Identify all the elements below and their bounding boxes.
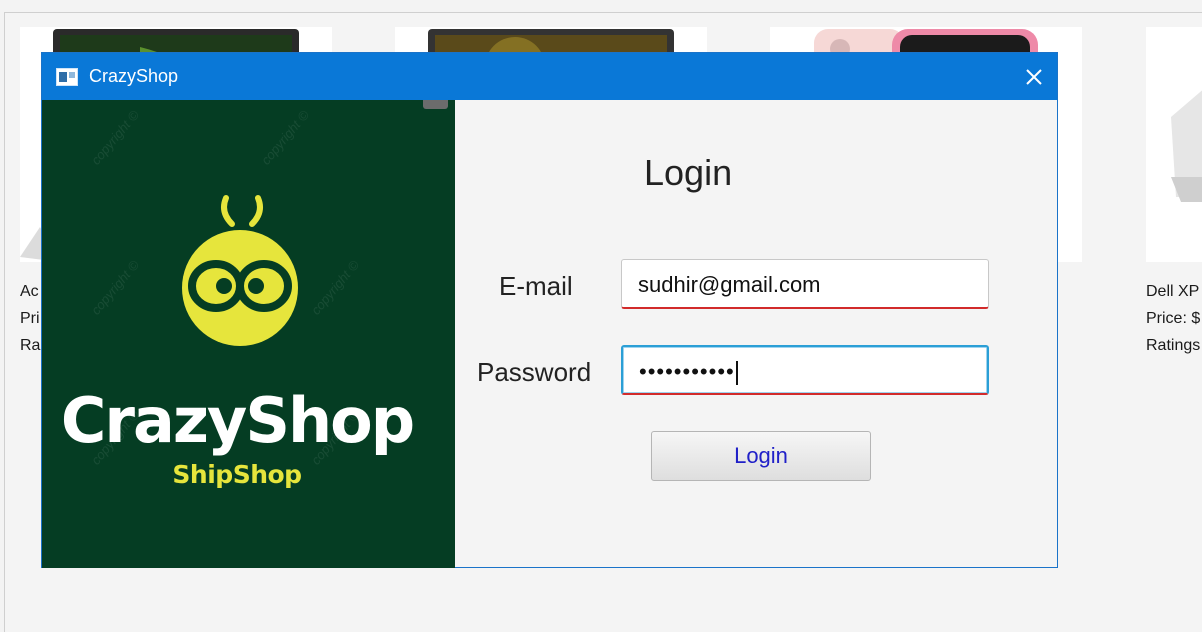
product-card-1-meta: Ac Pri Ra bbox=[20, 278, 40, 359]
dialog-title: CrazyShop bbox=[89, 66, 179, 86]
password-masked-value: ••••••••••• bbox=[639, 359, 735, 384]
product-card-4-image[interactable] bbox=[1146, 27, 1202, 262]
login-button[interactable]: Login bbox=[651, 431, 871, 481]
watermark-text: copyright © bbox=[308, 257, 362, 318]
email-field[interactable]: sudhir@gmail.com bbox=[621, 259, 989, 309]
brand-panel: copyright © copyright © copyright © copy… bbox=[42, 100, 455, 568]
close-button[interactable] bbox=[1010, 53, 1057, 100]
login-form: Login E-mail sudhir@gmail.com Password •… bbox=[455, 100, 1057, 567]
login-heading: Login bbox=[644, 152, 733, 193]
login-dialog: CrazyShop copyright © copyright © copyri… bbox=[41, 52, 1058, 568]
watermark-text: copyright © bbox=[88, 107, 142, 168]
product-rating: Ra bbox=[20, 337, 41, 354]
scrollbar-thumb[interactable] bbox=[423, 100, 448, 109]
password-field[interactable]: ••••••••••• bbox=[621, 345, 989, 395]
product-name: Ac bbox=[20, 283, 39, 300]
password-label: Password bbox=[477, 357, 592, 387]
laptop-image bbox=[1171, 90, 1202, 202]
mascot-logo-icon bbox=[182, 195, 298, 346]
product-name: Dell XP bbox=[1146, 283, 1200, 300]
watermark-text: copyright © bbox=[88, 257, 142, 318]
email-label: E-mail bbox=[499, 271, 573, 301]
app-window-icon bbox=[56, 68, 78, 91]
brand-name: CrazyShop bbox=[60, 384, 415, 457]
brand-tagline: ShipShop bbox=[172, 460, 302, 489]
dialog-titlebar[interactable]: CrazyShop bbox=[42, 53, 1057, 100]
product-price: Price: $ bbox=[1146, 310, 1201, 327]
watermark-text: copyright © bbox=[258, 107, 312, 168]
text-cursor bbox=[735, 361, 738, 386]
product-rating: Ratings bbox=[1146, 337, 1201, 354]
product-price: Pri bbox=[20, 310, 40, 327]
close-icon bbox=[1025, 68, 1042, 85]
product-card-4-meta: Dell XP Price: $ Ratings bbox=[1146, 278, 1200, 359]
